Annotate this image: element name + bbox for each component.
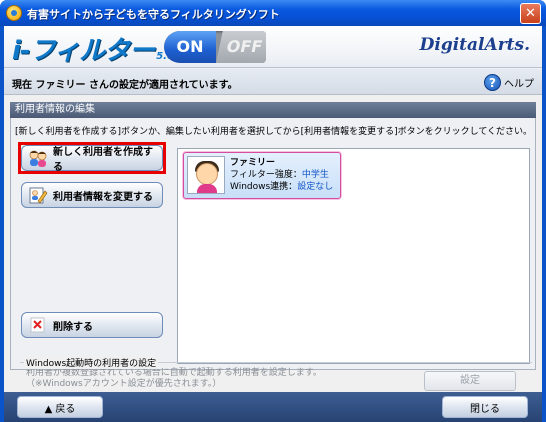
user-card-family[interactable]: ファミリー フィルター強度：中学生 Windows連携：設定なし	[183, 152, 341, 199]
windows-login-title: Windows起動時の利用者の設定	[24, 356, 159, 369]
brand-logo: DigitalArts.	[419, 35, 530, 55]
windows-login-setting-button[interactable]: 設定	[424, 371, 516, 391]
change-user-button[interactable]: 利用者情報を変更する	[21, 182, 163, 208]
logo-text: i-フィルター	[12, 36, 155, 66]
edit-user-icon	[28, 185, 48, 205]
description-line-1: 利用者が複数登録されている場合に自動で起動する利用者を設定します。	[26, 368, 322, 378]
user-windows-line: Windows連携：設定なし	[230, 181, 333, 193]
status-text: 現在 ファミリー さんの設定が適用されています。	[12, 80, 238, 91]
user-avatar	[187, 156, 225, 194]
status-bar: 現在 ファミリー さんの設定が適用されています。 ? ヘルプ	[4, 69, 542, 95]
window-title: 有害サイトから子どもを守るフィルタリングソフト	[27, 8, 280, 21]
change-user-label: 利用者情報を変更する	[53, 191, 153, 203]
avatar-body	[197, 184, 217, 193]
app-window: 有害サイトから子どもを守るフィルタリングソフト ✕ i-フィルター 5.0 OFF…	[0, 0, 546, 422]
user-edit-panel: [新しく利用者を作成する]ボタンか、編集したい利用者を選択してから[利用者情報を…	[10, 118, 536, 370]
user-list[interactable]: ファミリー フィルター強度：中学生 Windows連携：設定なし	[177, 148, 530, 364]
delete-icon	[28, 315, 48, 335]
back-button[interactable]: ▲ 戻る	[17, 396, 103, 418]
delete-user-label: 削除する	[53, 321, 93, 333]
help-label: ヘルプ	[504, 78, 534, 90]
app-icon	[6, 5, 22, 21]
toggle-on-button[interactable]: ON	[164, 31, 216, 63]
section-title: 利用者情報の編集	[10, 102, 536, 118]
header: i-フィルター 5.0 OFF ON DigitalArts.	[4, 26, 542, 68]
toggle-off-button[interactable]: OFF	[216, 31, 266, 63]
create-user-button[interactable]: 新しく利用者を作成する	[21, 145, 163, 173]
filter-level-value[interactable]: 中学生	[302, 170, 329, 180]
users-icon	[28, 148, 48, 168]
instruction-text: [新しく利用者を作成する]ボタンか、編集したい利用者を選択してから[利用者情報を…	[15, 127, 533, 137]
close-button[interactable]: 閉じる	[442, 396, 528, 418]
windows-login-description: 利用者が複数登録されている場合に自動で起動する利用者を設定します。 （※Wind…	[26, 368, 322, 390]
window-close-button[interactable]: ✕	[520, 3, 541, 24]
user-filter-line: フィルター強度：中学生	[230, 169, 333, 181]
help-button[interactable]: ? ヘルプ	[484, 73, 534, 91]
help-icon: ?	[484, 73, 501, 91]
client-area: i-フィルター 5.0 OFF ON DigitalArts. 現在 ファミリー …	[4, 26, 542, 422]
footer-bar: ▲ 戻る 閉じる	[4, 392, 542, 422]
user-name: ファミリー	[230, 158, 276, 168]
windows-link-label: Windows連携：	[230, 182, 298, 192]
create-user-label: 新しく利用者を作成する	[53, 147, 153, 173]
filter-toggle[interactable]: OFF ON	[164, 31, 266, 63]
filter-level-label: フィルター強度：	[230, 170, 302, 180]
user-card-text: ファミリー フィルター強度：中学生 Windows連携：設定なし	[230, 157, 333, 193]
product-logo: i-フィルター 5.0	[12, 30, 174, 66]
delete-user-button[interactable]: 削除する	[21, 312, 163, 338]
description-line-2: （※Windowsアカウント設定が優先されます。）	[26, 379, 222, 389]
title-bar[interactable]: 有害サイトから子どもを守るフィルタリングソフト ✕	[0, 0, 546, 26]
avatar-face	[196, 163, 218, 185]
windows-link-value[interactable]: 設定なし	[297, 182, 333, 192]
